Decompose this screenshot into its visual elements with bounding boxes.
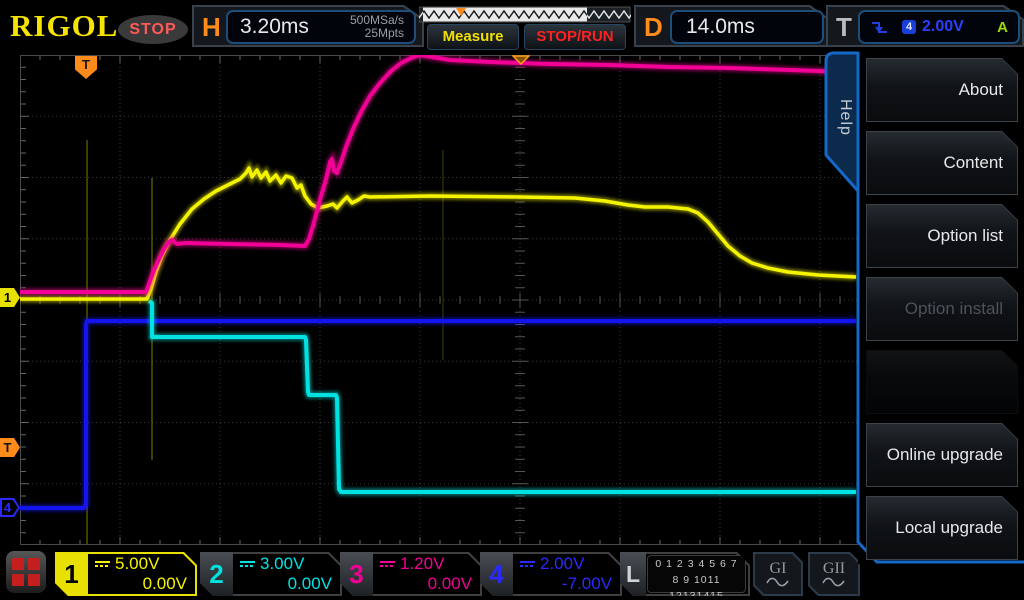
generator-1-button[interactable]: GI bbox=[753, 552, 803, 596]
generator-1-label: GI bbox=[769, 560, 787, 577]
generator-2-button[interactable]: GII bbox=[808, 552, 860, 596]
channel-3-offset: 0.00V bbox=[427, 574, 472, 593]
ch4-trace-glow bbox=[20, 317, 856, 512]
timebase-value: 3.20ms bbox=[240, 15, 309, 38]
channel-2-block[interactable]: 2 3.00V 0.00V bbox=[200, 552, 342, 596]
rigol-logo: RIGOL bbox=[10, 8, 119, 43]
channel-4-block[interactable]: 4 2.00V -7.00V bbox=[480, 552, 622, 596]
generator-2-label: GII bbox=[822, 560, 846, 577]
sine-wave-icon bbox=[822, 576, 846, 587]
trigger-mode: A bbox=[997, 18, 1008, 36]
ch1-trace bbox=[20, 166, 857, 301]
channel-2-number: 2 bbox=[200, 552, 233, 596]
horizontal-position-bar[interactable] bbox=[419, 6, 631, 24]
trigger-level-marker[interactable]: T bbox=[0, 438, 20, 457]
channel-4-number: 4 bbox=[480, 552, 513, 596]
dc-coupling-icon bbox=[380, 561, 395, 567]
menu-item-about[interactable]: About bbox=[866, 58, 1018, 122]
logic-channels-row2: 8 9 1011 12131415 bbox=[669, 574, 724, 600]
acquisition-status-badge: STOP bbox=[118, 15, 188, 44]
channel-3-scale: 1.20V bbox=[400, 554, 445, 573]
trigger-source-badge: 4 bbox=[902, 20, 916, 34]
ch3-trace-glow bbox=[20, 51, 849, 296]
menu-item-local-upgrade[interactable]: Local upgrade bbox=[866, 496, 1018, 560]
channel-1-block[interactable]: 1 5.00V 0.00V bbox=[55, 552, 197, 596]
trigger-level-value: 2.00V bbox=[922, 18, 964, 35]
dc-coupling-icon bbox=[95, 561, 110, 567]
help-menu-tab[interactable]: Help bbox=[826, 62, 854, 172]
sine-wave-icon bbox=[766, 576, 790, 587]
trigger-box[interactable]: 4 2.00V A bbox=[858, 10, 1020, 44]
logic-channels-row1: 0 1 2 3 4 5 6 7 bbox=[655, 558, 738, 570]
channel-4-offset: -7.00V bbox=[561, 574, 612, 593]
ch4-ground-marker[interactable]: 4 bbox=[0, 498, 20, 517]
ch2-trace bbox=[147, 299, 856, 494]
menu-item-option-install: Option install bbox=[866, 277, 1018, 341]
ch4-trace bbox=[20, 319, 856, 510]
channel-3-block[interactable]: 3 1.20V 0.00V bbox=[340, 552, 482, 596]
delay-settings-group[interactable]: D 14.0ms bbox=[634, 5, 830, 47]
dc-coupling-icon bbox=[240, 561, 255, 567]
channel-4-scale: 2.00V bbox=[540, 554, 585, 573]
dc-coupling-icon bbox=[520, 561, 535, 567]
trigger-falling-edge-icon bbox=[872, 21, 887, 33]
delay-value: 14.0ms bbox=[686, 15, 755, 38]
sample-rate: 500MSa/s bbox=[349, 13, 404, 27]
channel-3-number: 3 bbox=[340, 552, 373, 596]
horizontal-center-marker-icon bbox=[512, 55, 530, 65]
stop-run-button[interactable]: STOP/RUN bbox=[524, 24, 626, 50]
oscilloscope-screen: T 1 T 4 RIGOL STOP H 3.20ms 500MSa/s 25M… bbox=[0, 0, 1024, 600]
trigger-settings-group[interactable]: T 4 2.00V A bbox=[826, 5, 1024, 47]
top-status-bar: RIGOL STOP H 3.20ms 500MSa/s 25Mpts Meas… bbox=[0, 0, 1024, 50]
memory-depth: 25Mpts bbox=[364, 26, 404, 40]
ch2-trace-glow bbox=[147, 298, 856, 496]
measure-button[interactable]: Measure bbox=[427, 24, 519, 50]
menu-item-online-upgrade[interactable]: Online upgrade bbox=[866, 423, 1018, 487]
delay-box[interactable]: 14.0ms bbox=[670, 10, 824, 44]
channel-2-offset: 0.00V bbox=[287, 574, 332, 593]
ch3-trace bbox=[20, 53, 849, 294]
logic-analyzer-block[interactable]: L 0 1 2 3 4 5 6 7 8 9 1011 12131415 bbox=[620, 552, 750, 596]
ch1-trace-glow bbox=[20, 160, 857, 303]
logic-analyzer-label: L bbox=[620, 552, 646, 596]
ch1-ground-marker[interactable]: 1 bbox=[0, 288, 20, 307]
menu-item-content[interactable]: Content bbox=[866, 131, 1018, 195]
menu-item-empty bbox=[866, 350, 1018, 414]
channel-1-number: 1 bbox=[55, 552, 88, 596]
menu-item-option-list[interactable]: Option list bbox=[866, 204, 1018, 268]
delay-label: D bbox=[644, 12, 663, 42]
timebase-box[interactable]: 3.20ms 500MSa/s 25Mpts bbox=[226, 10, 416, 44]
horizontal-label: H bbox=[202, 12, 221, 42]
function-menu-icon[interactable] bbox=[6, 551, 46, 593]
channel-1-offset: 0.00V bbox=[142, 574, 187, 593]
trigger-label: T bbox=[836, 12, 852, 42]
channel-1-scale: 5.00V bbox=[115, 554, 160, 573]
horizontal-settings-group[interactable]: H 3.20ms 500MSa/s 25Mpts bbox=[192, 5, 424, 47]
channel-2-scale: 3.00V bbox=[260, 554, 305, 573]
